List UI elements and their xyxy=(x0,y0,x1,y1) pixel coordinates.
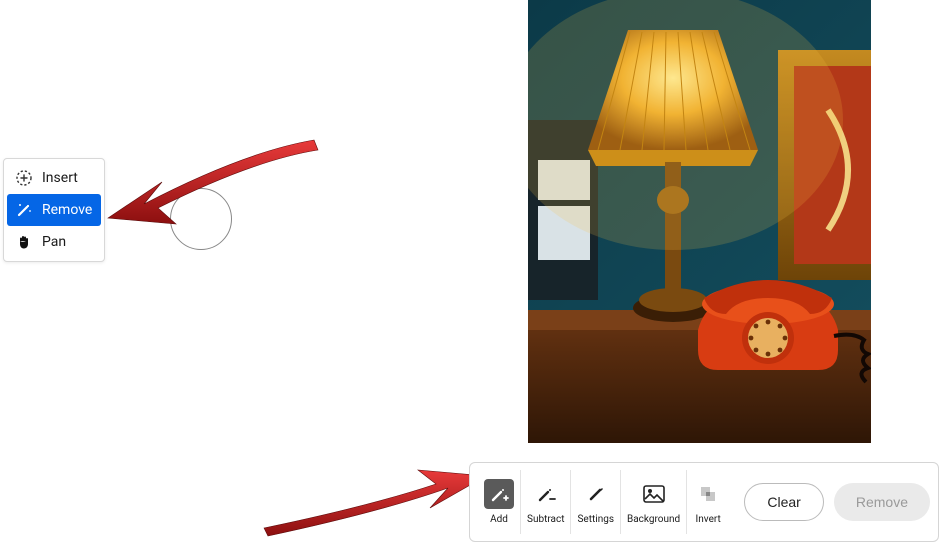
background-label: Background xyxy=(627,514,680,525)
tool-panel: Insert Remove Pan xyxy=(3,158,105,262)
pan-tool-label: Pan xyxy=(42,234,66,250)
settings-brush-icon xyxy=(581,479,611,509)
invert-label: Invert xyxy=(696,514,721,525)
clear-button[interactable]: Clear xyxy=(744,483,823,521)
bottom-toolbar: Add Subtract Settings xyxy=(469,462,939,542)
action-buttons: Clear Remove xyxy=(744,483,930,521)
invert-icon xyxy=(693,479,723,509)
add-tool-label: Add xyxy=(490,514,508,525)
settings-button[interactable]: Settings xyxy=(571,470,621,534)
subtract-tool-button[interactable]: Subtract xyxy=(521,470,571,534)
subtract-tool-label: Subtract xyxy=(527,514,564,525)
pan-tool-button[interactable]: Pan xyxy=(7,226,101,258)
hand-icon xyxy=(15,233,33,251)
magic-wand-icon xyxy=(15,201,33,219)
remove-tool-button[interactable]: Remove xyxy=(7,194,101,226)
background-icon xyxy=(639,479,669,509)
annotation-arrow-left xyxy=(104,132,324,242)
insert-tool-label: Insert xyxy=(42,170,78,186)
invert-button[interactable]: Invert xyxy=(687,470,729,534)
background-button[interactable]: Background xyxy=(621,470,687,534)
insert-tool-button[interactable]: Insert xyxy=(7,162,101,194)
add-brush-icon xyxy=(484,479,514,509)
canvas-image[interactable] xyxy=(528,0,871,443)
settings-label: Settings xyxy=(577,514,614,525)
subtract-brush-icon xyxy=(531,479,561,509)
annotation-arrow-bottom xyxy=(260,454,490,544)
add-tool-button[interactable]: Add xyxy=(478,470,521,534)
insert-icon xyxy=(15,169,33,187)
remove-button[interactable]: Remove xyxy=(834,483,930,521)
tool-group: Add Subtract Settings xyxy=(478,470,729,534)
remove-tool-label: Remove xyxy=(42,202,92,218)
